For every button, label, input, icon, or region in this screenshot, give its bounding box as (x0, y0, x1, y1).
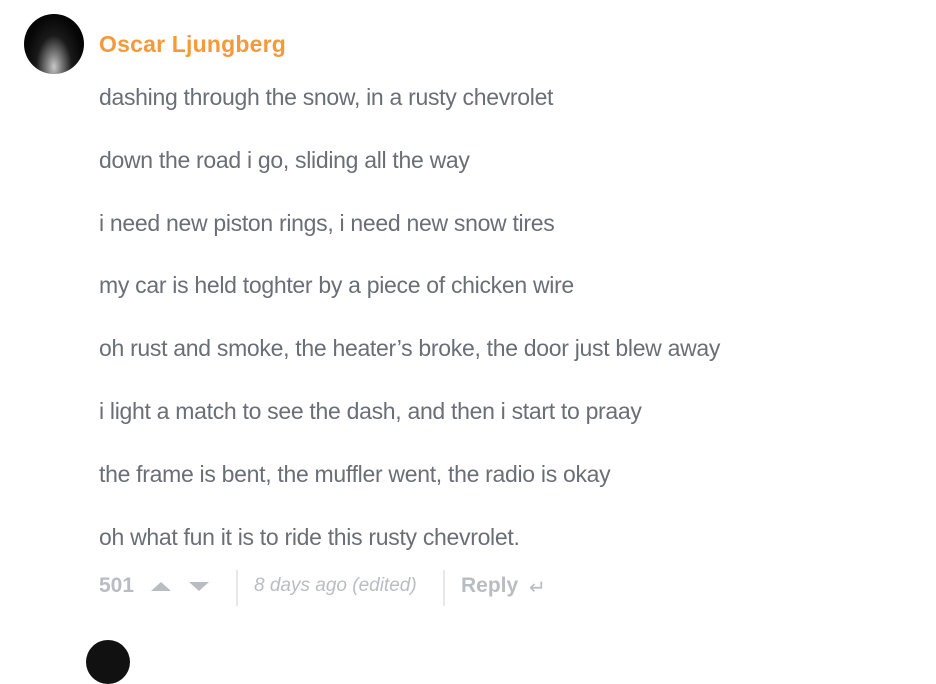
downvote-arrow-icon[interactable] (189, 582, 209, 591)
comment: Oscar Ljungberg dashing through the snow… (0, 0, 936, 684)
footer-divider (443, 570, 445, 606)
comment-line: down the road i go, sliding all the way (99, 147, 470, 173)
footer-divider (236, 570, 238, 606)
comment-line: oh what fun it is to ride this rusty che… (99, 524, 520, 550)
comment-line: dashing through the snow, in a rusty che… (99, 84, 554, 110)
comment-footer: 501 8 days ago (edited) Reply ↵ (99, 570, 799, 606)
comment-line: i need new piston rings, i need new snow… (99, 210, 555, 236)
author-avatar[interactable] (24, 14, 84, 74)
comment-line: oh rust and smoke, the heater’s broke, t… (99, 335, 721, 361)
reply-button[interactable]: Reply (461, 574, 518, 598)
upvote-arrow-icon[interactable] (151, 582, 171, 591)
author-name[interactable]: Oscar Ljungberg (99, 31, 286, 58)
vote-count: 501 (99, 574, 135, 597)
reply-arrow-icon: ↵ (529, 577, 546, 599)
comment-line: i light a match to see the dash, and the… (99, 398, 642, 424)
comment-line: the frame is bent, the muffler went, the… (99, 461, 611, 487)
comment-line: my car is held toghter by a piece of chi… (99, 272, 574, 298)
timestamp[interactable]: 8 days ago (edited) (254, 575, 417, 597)
